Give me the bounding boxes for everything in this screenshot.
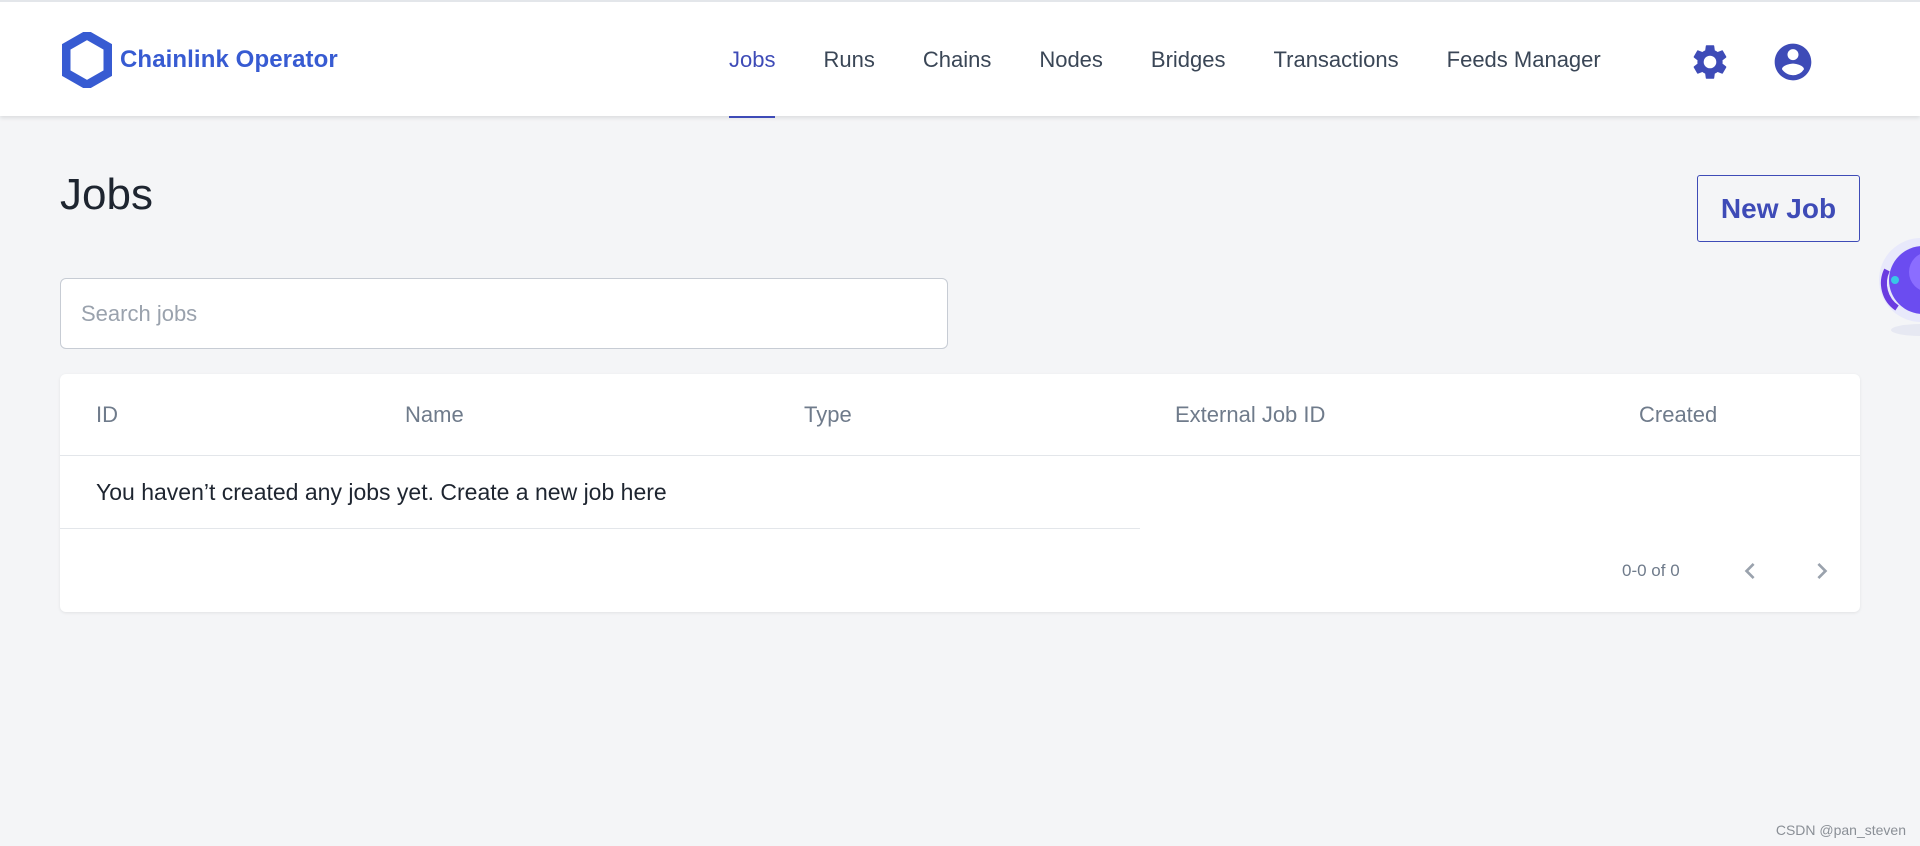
next-page-button[interactable] [1806, 555, 1838, 587]
jobs-table: ID Name Type External Job ID Created You… [60, 374, 1860, 612]
nav-item-chains[interactable]: Chains [923, 2, 991, 118]
column-header-created[interactable]: Created [1639, 374, 1717, 456]
chainlink-hexagon-icon [62, 32, 112, 88]
gear-icon [1693, 45, 1727, 79]
floating-assistant-widget[interactable] [1877, 222, 1920, 340]
column-header-type[interactable]: Type [804, 374, 852, 456]
pagination-range: 0-0 of 0 [1622, 560, 1680, 580]
search-jobs-input[interactable] [61, 279, 947, 348]
previous-page-button[interactable] [1734, 555, 1766, 587]
assistant-avatar-icon [1879, 238, 1920, 336]
chevron-left-icon [1744, 563, 1755, 579]
column-header-external-job-id[interactable]: External Job ID [1175, 374, 1325, 456]
column-header-id[interactable]: ID [96, 374, 118, 456]
table-pagination: 0-0 of 0 [60, 529, 1860, 612]
table-header: ID Name Type External Job ID Created [60, 374, 1860, 456]
brand-name: Chainlink Operator [120, 46, 338, 73]
nav-item-transactions[interactable]: Transactions [1274, 2, 1399, 118]
column-header-name[interactable]: Name [405, 374, 464, 456]
nav-item-feeds-manager[interactable]: Feeds Manager [1447, 2, 1601, 118]
new-job-button[interactable]: New Job [1697, 175, 1860, 242]
chevron-right-icon [1817, 563, 1828, 579]
account-circle-icon [1774, 43, 1812, 81]
brand-logo-link[interactable]: Chainlink Operator [62, 32, 338, 88]
settings-button[interactable] [1688, 40, 1732, 84]
page-title: Jobs [60, 170, 153, 219]
account-button[interactable] [1771, 40, 1815, 84]
main-nav: Jobs Runs Chains Nodes Bridges Transacti… [729, 2, 1649, 118]
watermark: CSDN @pan_steven [1775, 822, 1906, 838]
nav-item-runs[interactable]: Runs [823, 2, 874, 118]
nav-item-nodes[interactable]: Nodes [1039, 2, 1103, 118]
nav-item-jobs[interactable]: Jobs [729, 2, 776, 118]
nav-item-bridges[interactable]: Bridges [1151, 2, 1226, 118]
empty-state-message[interactable]: You haven’t created any jobs yet. Create… [60, 457, 1140, 529]
search-box [60, 278, 948, 349]
top-navigation-bar: Chainlink Operator Jobs Runs Chains Node… [0, 0, 1920, 118]
